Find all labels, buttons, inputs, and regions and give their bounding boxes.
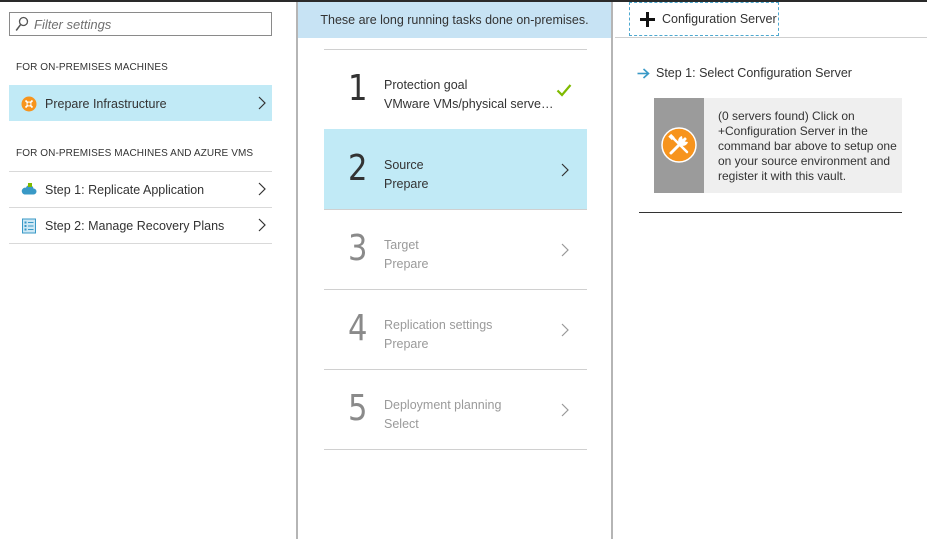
filter-settings-input[interactable] xyxy=(34,15,264,33)
search-icon xyxy=(15,16,29,31)
divider xyxy=(639,212,902,213)
step-number: 1 xyxy=(348,68,368,109)
divider xyxy=(9,243,272,244)
prepare-infrastructure-icon xyxy=(21,96,37,111)
configuration-server-info-card: (0 servers found) Click on +Configuratio… xyxy=(654,98,902,193)
step-subtitle: Select xyxy=(384,417,419,431)
nav-item-label: Step 1: Replicate Application xyxy=(45,182,205,197)
step-subtitle: Prepare xyxy=(384,177,429,191)
step-label-text: Step 1: Select Configuration Server xyxy=(656,66,852,80)
card-description: (0 servers found) Click on +Configuratio… xyxy=(718,109,897,183)
plus-icon xyxy=(640,11,655,27)
chevron-right-icon xyxy=(561,243,569,257)
cloud-replicate-icon xyxy=(21,182,37,194)
step-title: Target xyxy=(384,238,419,252)
step-number: 2 xyxy=(348,148,368,189)
step-title: Deployment planning xyxy=(384,398,502,412)
chevron-right-icon xyxy=(561,403,569,417)
section-header-on-premises-and-azure: FOR ON-PREMISES MACHINES AND AZURE VMS xyxy=(16,148,254,159)
section-header-on-premises: FOR ON-PREMISES MACHINES xyxy=(16,62,168,73)
checkmark-icon xyxy=(556,84,572,97)
tools-icon xyxy=(661,127,697,163)
chevron-right-icon xyxy=(561,163,569,177)
add-configuration-server-button[interactable]: Configuration Server xyxy=(629,2,779,36)
nav-item-label: Prepare Infrastructure xyxy=(45,96,167,111)
nav-item-prepare-infrastructure[interactable]: Prepare Infrastructure xyxy=(9,85,272,121)
arrow-right-icon xyxy=(637,67,650,79)
step-title: Protection goal xyxy=(384,78,468,92)
step-target[interactable]: 3 Target Prepare xyxy=(324,209,587,289)
step-title: Replication settings xyxy=(384,318,493,332)
step-source[interactable]: 2 Source Prepare xyxy=(324,129,587,209)
step-subtitle: VMware VMs/physical servers ... xyxy=(384,97,556,111)
step-select-configuration-server: Step 1: Select Configuration Server xyxy=(637,66,852,80)
chevron-right-icon xyxy=(561,323,569,337)
step-replication-settings[interactable]: 4 Replication settings Prepare xyxy=(324,289,587,369)
filter-settings-box[interactable] xyxy=(9,12,272,36)
nav-item-label: Step 2: Manage Recovery Plans xyxy=(45,218,225,233)
step-number: 5 xyxy=(348,388,368,429)
step-protection-goal[interactable]: 1 Protection goal VMware VMs/physical se… xyxy=(324,49,587,129)
step-title: Source xyxy=(384,158,424,172)
add-configuration-server-label: Configuration Server xyxy=(662,12,777,26)
command-bar: Configuration Server xyxy=(615,2,927,38)
chevron-right-icon xyxy=(258,218,266,232)
step-number: 4 xyxy=(348,308,368,349)
step-subtitle: Prepare xyxy=(384,257,429,271)
step-number: 3 xyxy=(348,228,368,269)
settings-pane: FOR ON-PREMISES MACHINES Prepare Infrast… xyxy=(0,2,298,539)
chevron-right-icon xyxy=(258,96,266,110)
source-pane: Configuration Server Step 1: Select Conf… xyxy=(615,2,927,539)
chevron-right-icon xyxy=(258,182,266,196)
nav-item-manage-recovery-plans[interactable]: Step 2: Manage Recovery Plans xyxy=(9,207,272,243)
step-subtitle: Prepare xyxy=(384,337,429,351)
recovery-plan-icon xyxy=(22,218,36,233)
steps-pane: These are long running tasks done on-pre… xyxy=(298,2,613,539)
step-deployment-planning[interactable]: 5 Deployment planning Select xyxy=(324,369,587,449)
divider xyxy=(324,449,587,450)
info-banner: These are long running tasks done on-pre… xyxy=(298,2,611,38)
nav-item-replicate-application[interactable]: Step 1: Replicate Application xyxy=(9,171,272,207)
